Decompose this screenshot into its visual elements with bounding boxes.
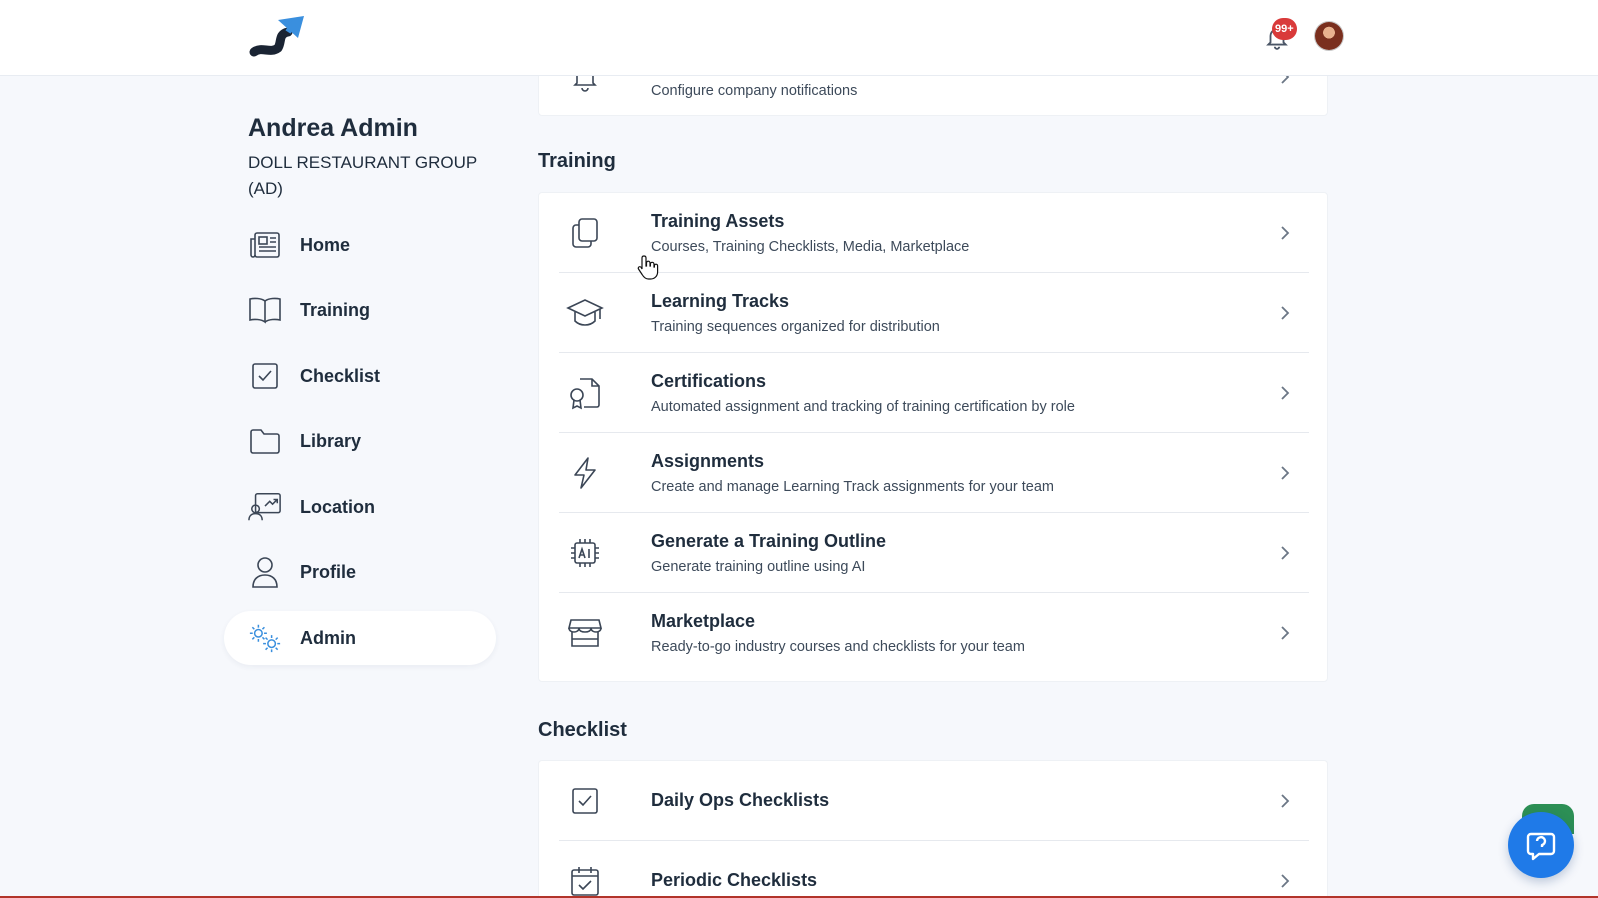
row-subtitle: Automated assignment and tracking of tra… <box>651 399 1075 415</box>
folder-icon <box>248 424 282 458</box>
company-logo[interactable] <box>248 12 308 62</box>
row-subtitle: Training sequences organized for distrib… <box>651 319 940 335</box>
chevron-right-icon <box>1281 794 1290 808</box>
row-title: Assignments <box>651 451 765 471</box>
hand-cursor-icon <box>637 255 659 280</box>
organization-name: DOLL RESTAURANT GROUP (AD) <box>248 153 477 198</box>
nav-label-checklist: Checklist <box>300 365 381 386</box>
section-title-training: Training <box>538 150 616 172</box>
row-generate-training-outline[interactable]: Generate a Training Outline Generate tra… <box>559 513 1309 593</box>
store-icon <box>565 613 605 653</box>
row-subtitle: Generate training outline using AI <box>651 559 866 575</box>
chevron-right-icon <box>1281 386 1290 400</box>
nav-label-library: Library <box>300 430 362 451</box>
lightning-icon <box>565 453 605 493</box>
help-chat-icon <box>1526 832 1556 861</box>
row-title: Periodic Checklists <box>651 870 818 890</box>
nav-label-admin: Admin <box>300 627 356 648</box>
nav-item-checklist[interactable]: Checklist <box>224 349 496 403</box>
row-subtitle: Create and manage Learning Track assignm… <box>651 479 1054 495</box>
nav-item-training[interactable]: Training <box>224 283 496 337</box>
nav-item-library[interactable]: Library <box>224 414 496 468</box>
row-marketplace[interactable]: Marketplace Ready-to-go industry courses… <box>559 593 1309 673</box>
top-bar: 99+ <box>0 0 1598 76</box>
nav-label-training: Training <box>300 299 371 320</box>
row-title: Learning Tracks <box>651 291 790 311</box>
calendar-check-icon <box>565 861 605 898</box>
user-avatar[interactable] <box>1315 22 1343 50</box>
person-icon <box>248 555 282 589</box>
chevron-right-icon <box>1281 874 1290 888</box>
row-subtitle: Courses, Training Checklists, Media, Mar… <box>651 239 970 255</box>
gears-icon <box>248 621 282 655</box>
row-periodic-checklists[interactable]: Periodic Checklists <box>559 841 1309 898</box>
graduation-cap-icon <box>565 293 605 333</box>
nav-label-location: Location <box>300 496 375 517</box>
ai-chip-icon <box>565 533 605 573</box>
nav-item-location[interactable]: Location <box>224 480 496 534</box>
row-title: Training Assets <box>651 211 785 231</box>
row-title: Generate a Training Outline <box>651 531 887 551</box>
row-title: Daily Ops Checklists <box>651 790 830 810</box>
chevron-right-icon <box>1281 626 1290 640</box>
location-person-icon <box>248 490 282 524</box>
notification-badge: 99+ <box>1272 18 1297 40</box>
checkbox-icon <box>565 781 605 821</box>
certificate-icon <box>565 373 605 413</box>
book-icon <box>248 293 282 327</box>
row-subtitle: Ready-to-go industry courses and checkli… <box>651 639 1025 655</box>
row-daily-ops-checklists[interactable]: Daily Ops Checklists <box>559 761 1309 841</box>
copy-icon <box>565 213 605 253</box>
checkbox-icon <box>248 359 282 393</box>
row-certifications[interactable]: Certifications Automated assignment and … <box>559 353 1309 433</box>
newspaper-icon <box>248 228 282 262</box>
chevron-right-icon <box>1281 306 1290 320</box>
chevron-right-icon <box>1281 226 1290 240</box>
nav-item-profile[interactable]: Profile <box>224 545 496 599</box>
nav-label-profile: Profile <box>300 561 357 582</box>
nav-item-admin[interactable]: Admin <box>224 611 496 665</box>
section-title-checklist: Checklist <box>538 719 627 741</box>
user-name: Andrea Admin <box>248 114 418 142</box>
row-training-assets[interactable]: Training Assets Courses, Training Checkl… <box>559 193 1309 273</box>
nav-label-home: Home <box>300 234 351 255</box>
row-subtitle: Configure company notifications <box>651 83 858 99</box>
help-chat-button[interactable] <box>1508 812 1574 878</box>
row-learning-tracks[interactable]: Learning Tracks Training sequences organ… <box>559 273 1309 353</box>
row-title: Certifications <box>651 371 767 391</box>
chevron-right-icon <box>1281 546 1290 560</box>
row-title: Marketplace <box>651 611 756 631</box>
checklist-card: Daily Ops Checklists Periodic Checklists <box>538 760 1328 898</box>
row-assignments[interactable]: Assignments Create and manage Learning T… <box>559 433 1309 513</box>
nav-item-home[interactable]: Home <box>224 218 496 272</box>
chevron-right-icon <box>1281 466 1290 480</box>
